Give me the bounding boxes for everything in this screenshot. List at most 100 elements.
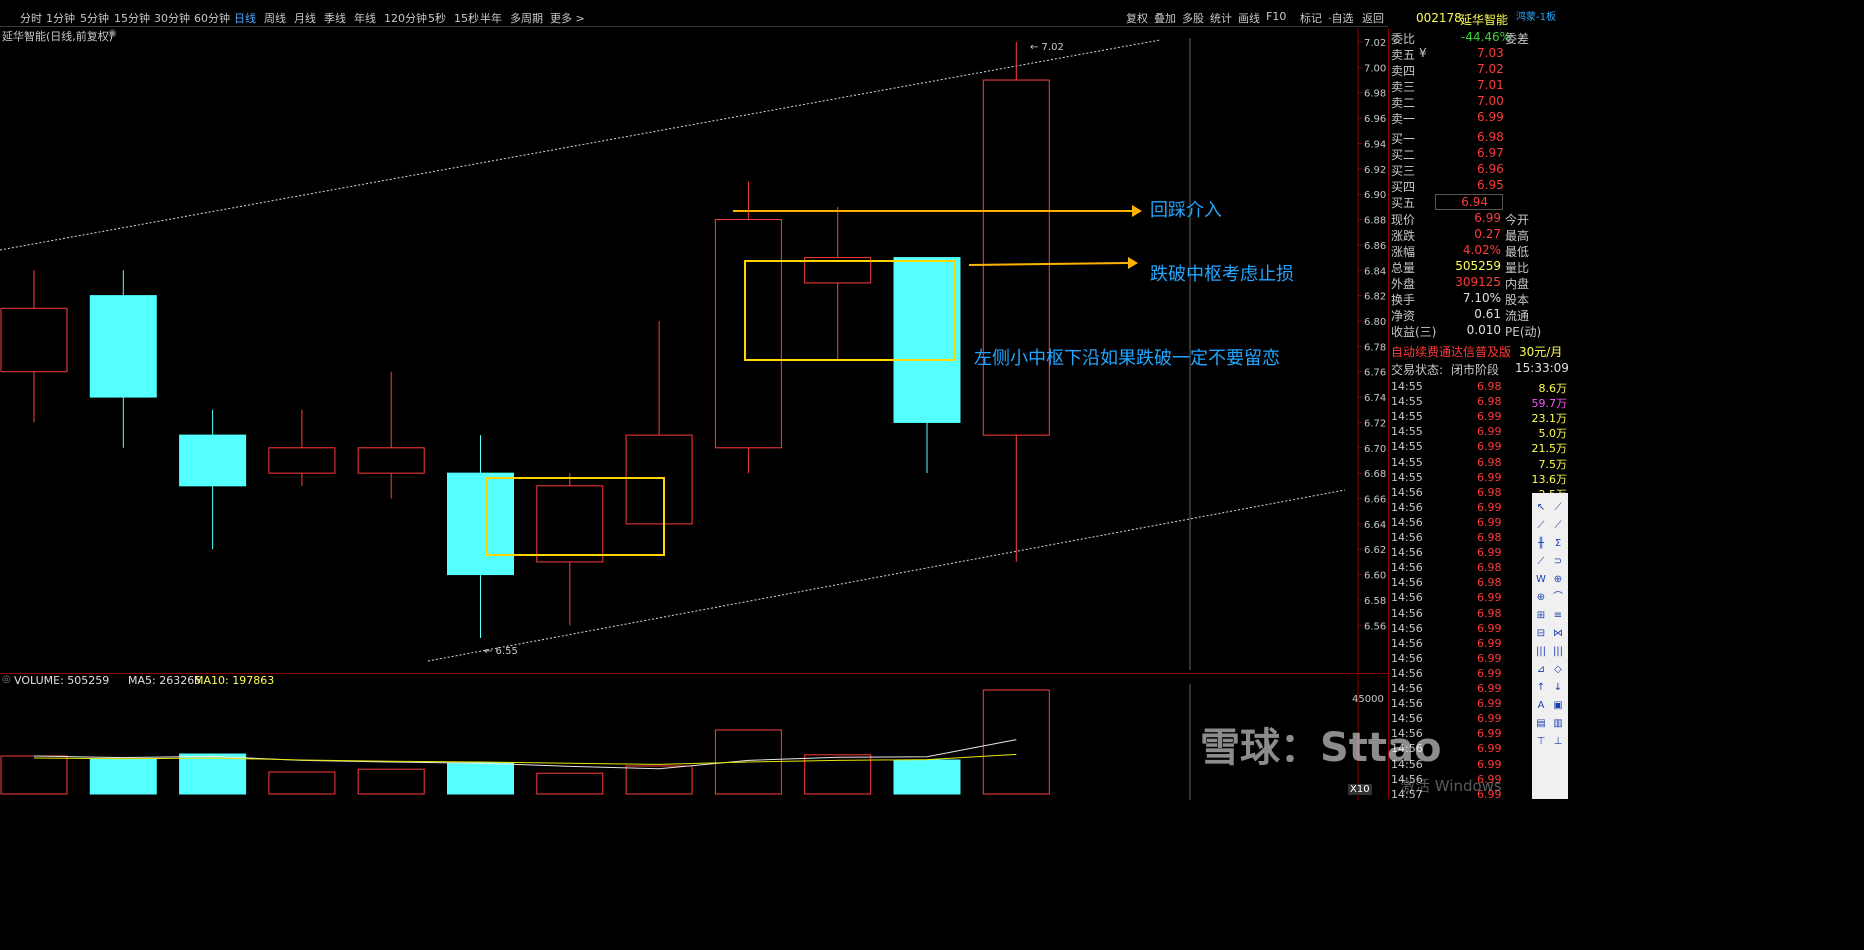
bid-price: 6.96 <box>1477 162 1504 176</box>
promo-price[interactable]: 30元/月 <box>1519 343 1562 360</box>
tool-button[interactable]: 统计 <box>1210 10 1232 26</box>
period-tab[interactable]: 更多 > <box>550 10 585 26</box>
bid-row[interactable]: 买二 6.97 <box>1389 146 1569 162</box>
drawing-tool-icon[interactable]: ⋈ <box>1551 627 1565 641</box>
trade-status-row: 交易状态: 闭市阶段 15:33:09 <box>1389 361 1569 377</box>
ask-row[interactable]: 卖五 ¥7.03 <box>1389 46 1569 62</box>
drawing-tool-icon[interactable]: Σ <box>1551 537 1565 551</box>
tick-time: 14:56 <box>1391 621 1423 635</box>
drawing-tool-icon[interactable]: ⟋ <box>1534 555 1548 569</box>
volume-bar <box>268 771 336 795</box>
period-tab[interactable]: 年线 <box>354 10 376 26</box>
drawing-tool-icon[interactable]: ╫ <box>1534 537 1548 551</box>
volume-bar <box>447 762 514 795</box>
ask-row[interactable]: 卖四 7.02 <box>1389 62 1569 78</box>
drawing-tool-icon[interactable]: W <box>1534 573 1548 587</box>
tick-price: 6.98 <box>1477 455 1502 469</box>
tool-button[interactable]: 多股 <box>1182 10 1204 26</box>
drawing-tool-icon[interactable]: ||| <box>1534 645 1548 659</box>
drawing-tool-icon[interactable]: ▤ <box>1534 717 1548 731</box>
stock-tag[interactable]: 鸿蒙-1板 <box>1516 8 1556 23</box>
drawing-tool-icon[interactable]: ⊿ <box>1534 663 1548 677</box>
bid-row[interactable]: 买四 6.95 <box>1389 178 1569 194</box>
tick-price: 6.99 <box>1477 500 1502 514</box>
ask-row[interactable]: 卖三 7.01 <box>1389 78 1569 94</box>
drawing-tool-icon[interactable]: ↑ <box>1534 681 1548 695</box>
volume-panel[interactable]: ◎ VOLUME: 505259 MA5: 263265 MA10: 19786… <box>0 673 1388 800</box>
drawing-tool-icon[interactable]: ⊕ <box>1534 591 1548 605</box>
bid-row[interactable]: 买一 6.98 <box>1389 130 1569 146</box>
stat-value: 0.61 <box>1474 307 1501 321</box>
tick-price: 6.99 <box>1477 636 1502 650</box>
candle-body <box>714 219 782 449</box>
tick-time: 14:56 <box>1391 531 1423 544</box>
promo-text[interactable]: 自动续费通达信普及版 <box>1391 343 1511 360</box>
tool-button[interactable]: 叠加 <box>1154 10 1176 26</box>
volume-bar <box>625 765 693 795</box>
period-tab[interactable]: 半年 <box>480 10 502 26</box>
drawing-tool-icon[interactable]: ≡ <box>1551 609 1565 623</box>
ask-row[interactable]: 卖二 7.00 <box>1389 94 1569 110</box>
drawing-tool-icon[interactable]: ▥ <box>1551 717 1565 731</box>
period-tab[interactable]: 周线 <box>264 10 286 26</box>
drawing-tools-panel[interactable]: ↖ ⟋ ⟋ ⟋ ╫ Σ ⟋ ⊃ W ⊕ ⊕ ⌒ ⊞ ≡ ⊟ ⋈ ||| ||| ⊿ ◇ ↑ ↓ A ▣ ▤ ▥ ⊤ ⊥ <box>1532 493 1568 799</box>
drawing-tool-icon[interactable]: ⟋ <box>1551 519 1565 533</box>
stat-value: 4.02% <box>1462 243 1501 257</box>
high-price-label: ← 7.02 <box>1030 42 1064 53</box>
drawing-tool-icon[interactable]: ⊃ <box>1551 555 1565 569</box>
stat-label: 现价 <box>1391 213 1416 227</box>
drawing-tool-icon[interactable]: ⊥ <box>1551 735 1565 749</box>
ask-label: 卖三 <box>1391 80 1416 94</box>
candle-body <box>0 307 68 373</box>
period-tab[interactable]: 60分钟 <box>194 10 230 26</box>
period-tab[interactable]: 1分钟 <box>46 10 75 26</box>
drawing-tool-icon[interactable]: ↖ <box>1534 501 1548 515</box>
drawing-tool-icon[interactable]: ◇ <box>1551 663 1565 677</box>
stat-row: 换手 7.10% 股本 <box>1389 291 1569 307</box>
drawing-tool-icon[interactable]: ⊟ <box>1534 627 1548 641</box>
tool-button[interactable]: 返回 <box>1362 10 1384 26</box>
period-tab[interactable]: 季线 <box>324 10 346 26</box>
bid-row[interactable]: 买五 6.94 <box>1389 194 1569 210</box>
drawing-tool-icon[interactable]: ⊤ <box>1534 735 1548 749</box>
volume-scale-badge: X10 <box>1348 784 1372 795</box>
drawing-tool-icon[interactable]: ⟋ <box>1551 501 1565 515</box>
tick-price: 6.99 <box>1477 621 1502 635</box>
bid-row[interactable]: 买三 6.96 <box>1389 162 1569 178</box>
tick-price: 6.98 <box>1477 576 1502 590</box>
period-tab[interactable]: 多周期 <box>510 10 543 26</box>
tick-price: 6.99 <box>1477 727 1502 741</box>
arrow-head-entry <box>1132 205 1142 217</box>
period-tab[interactable]: 月线 <box>294 10 316 26</box>
drawing-tool-icon[interactable]: ⊕ <box>1551 573 1565 587</box>
tick-row: 14:55 6.98 59.7万 <box>1389 395 1569 410</box>
tool-button[interactable]: 画线 <box>1238 10 1260 26</box>
drawing-tool-icon[interactable]: ||| <box>1551 645 1565 659</box>
period-tab[interactable]: 5分钟 <box>80 10 109 26</box>
period-tab[interactable]: 5秒 <box>428 10 446 26</box>
period-tab[interactable]: 分时 <box>20 10 42 26</box>
drawing-tool-icon[interactable]: ↓ <box>1551 681 1565 695</box>
drawing-tool-icon[interactable]: ▣ <box>1551 699 1565 713</box>
tool-button[interactable]: F10 <box>1266 10 1286 23</box>
candle-body <box>268 447 336 474</box>
tool-button[interactable]: ·自选 <box>1328 10 1354 26</box>
period-tab[interactable]: 15分钟 <box>114 10 150 26</box>
stat-row: 总量 505259 量比 <box>1389 259 1569 275</box>
period-tab[interactable]: 15秒 <box>454 10 479 26</box>
period-tab[interactable]: 日线 <box>234 10 256 26</box>
y-tick-label: 6.82 <box>1364 292 1386 303</box>
drawing-tool-icon[interactable]: ⟋ <box>1534 519 1548 533</box>
promo-row[interactable]: 自动续费通达信普及版 30元/月 <box>1389 343 1569 359</box>
tick-volume: 23.1万 <box>1531 412 1568 426</box>
drawing-tool-icon[interactable]: ⊞ <box>1534 609 1548 623</box>
ask-row[interactable]: 卖一 6.99 <box>1389 110 1569 126</box>
tool-button[interactable]: 复权 <box>1126 10 1148 26</box>
period-tab[interactable]: 120分钟 <box>384 10 427 26</box>
drawing-tool-icon[interactable]: A <box>1534 699 1548 713</box>
drawing-tool-icon[interactable]: ⌒ <box>1551 591 1565 605</box>
tick-time: 14:55 <box>1391 410 1423 424</box>
kline-chart[interactable]: 延华智能(日线,前复权) ◉ 7.02 7.00 6.98 6.96 6.94 6.92 6… <box>0 28 1388 673</box>
period-tab[interactable]: 30分钟 <box>154 10 190 26</box>
tool-button[interactable]: 标记 <box>1300 10 1322 26</box>
